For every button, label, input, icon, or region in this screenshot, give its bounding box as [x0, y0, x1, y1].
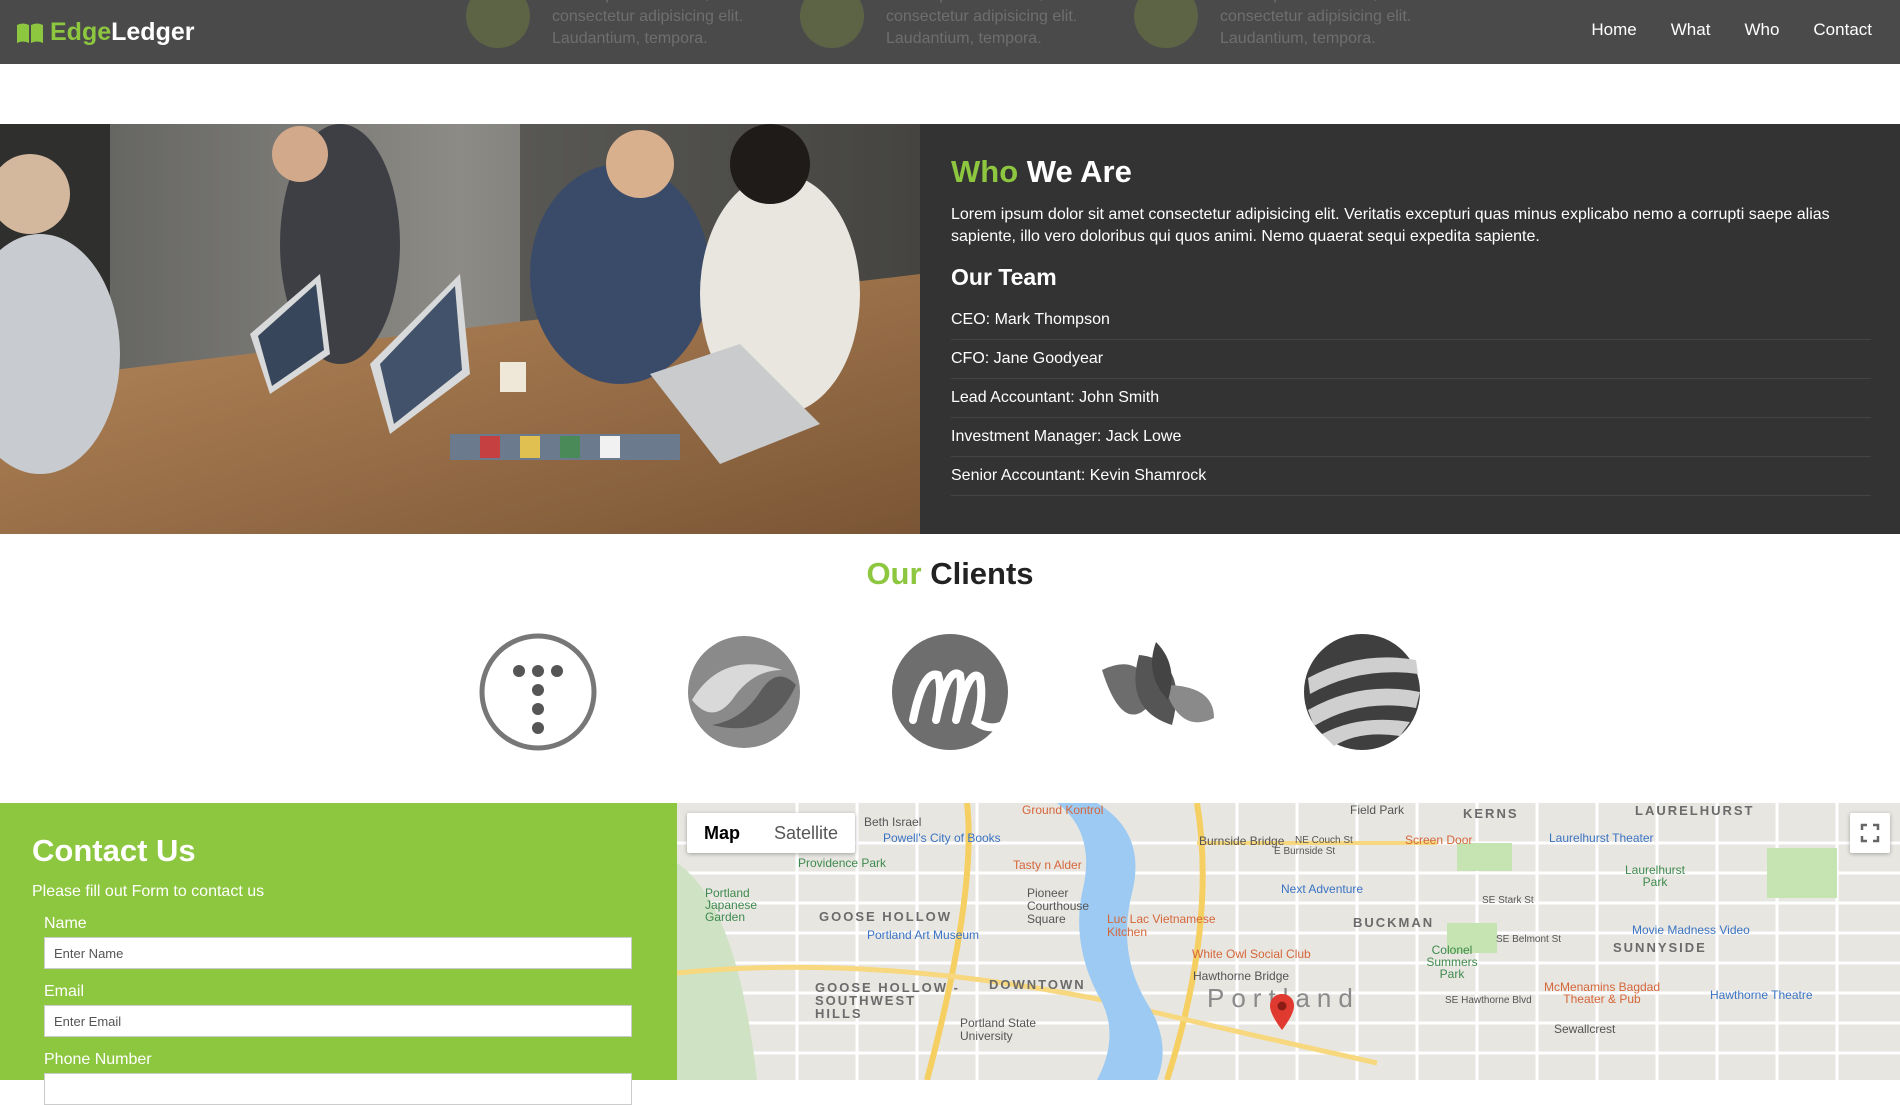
- who-section: Who We Are Lorem ipsum dolor sit amet co…: [0, 124, 1900, 534]
- team-member: Investment Manager: Jack Lowe: [951, 418, 1871, 457]
- team-member: Senior Accountant: Kevin Shamrock: [951, 457, 1871, 496]
- map-type-toggle: Map Satellite: [687, 813, 856, 853]
- email-field-group: Email: [44, 983, 677, 1037]
- map-label: Field Park: [1350, 803, 1405, 817]
- location-pin-icon[interactable]: [1270, 994, 1294, 1030]
- map-label[interactable]: McMenamins Bagdad Theater & Pub: [1537, 981, 1667, 1005]
- clients-title: Our Clients: [0, 556, 1900, 592]
- map-label: LAURELHURST: [1635, 803, 1755, 818]
- map-label: SE Stark St: [1482, 895, 1534, 906]
- nav-link-what[interactable]: What: [1671, 20, 1711, 40]
- email-input[interactable]: [44, 1005, 632, 1037]
- map-label[interactable]: Providence Park: [798, 856, 886, 870]
- client-logos: [476, 630, 1436, 754]
- map-label: GOOSE HOLLOW: [819, 909, 953, 924]
- contact-section: Contact Us Please fill out Form to conta…: [0, 803, 677, 1105]
- fullscreen-icon: [1860, 823, 1880, 843]
- phone-label: Phone Number: [44, 1051, 152, 1068]
- open-book-icon: [17, 23, 43, 43]
- contact-title: Contact Us: [32, 833, 196, 868]
- map-label: DOWNTOWN: [989, 977, 1086, 992]
- navbar: Lorem ipsum dolor sit, amet consectetur …: [0, 0, 1900, 64]
- name-input[interactable]: [44, 937, 632, 969]
- map-tiles: [677, 803, 1900, 1080]
- map-label: SE Hawthorne Blvd: [1445, 995, 1532, 1006]
- map-label: E Burnside St: [1274, 846, 1336, 857]
- map-label: Portland Japanese Garden: [705, 886, 758, 924]
- map-label: KERNS: [1463, 806, 1519, 821]
- map-label[interactable]: Movie Madness Video: [1632, 923, 1750, 937]
- nav-links: Home What Who Contact: [1557, 20, 1872, 40]
- brand-name-accent: Edge: [50, 18, 112, 46]
- map-label[interactable]: Portland Art Museum: [867, 928, 979, 942]
- map-label[interactable]: Next Adventure: [1281, 882, 1363, 896]
- map-label[interactable]: Tasty n Alder: [1013, 858, 1082, 872]
- ghost-feature-text: Lorem ipsum dolor sit, amet consectetur …: [886, 0, 1083, 47]
- nav-link-contact[interactable]: Contact: [1813, 20, 1872, 40]
- t-dots-logo: [479, 633, 597, 751]
- contact-subtitle: Please fill out Form to contact us: [32, 883, 265, 900]
- map-label: SE Belmont St: [1496, 934, 1562, 945]
- nav-link-home[interactable]: Home: [1591, 20, 1636, 40]
- map-label: GOOSE HOLLOW - SOUTHWEST HILLS: [815, 980, 960, 1021]
- map-label: Sewallcrest: [1554, 1022, 1616, 1036]
- who-title: Who We Are: [951, 154, 1870, 190]
- ghost-feature-3: Lorem ipsum dolor sit, amet consectetur …: [1134, 0, 1430, 50]
- map-label: Ground Kontrol: [1022, 803, 1104, 817]
- map-label: NE Couch St: [1295, 835, 1353, 846]
- map-label: Portland State University: [960, 1016, 1037, 1043]
- map-label[interactable]: Hawthorne Theatre: [1710, 988, 1813, 1002]
- nav-link-who[interactable]: Who: [1744, 20, 1779, 40]
- email-label: Email: [44, 983, 85, 1000]
- team-meeting-illustration: [0, 124, 920, 534]
- map-label[interactable]: White Owl Social Club: [1192, 947, 1311, 961]
- m-circle-logo: [892, 634, 1008, 750]
- team-meeting-photo: [0, 124, 920, 534]
- map-label: Laurelhurst Park: [1624, 863, 1686, 889]
- team-list: CEO: Mark Thompson CFO: Jane Goodyear Le…: [951, 301, 1871, 496]
- ghost-feature-text: Lorem ipsum dolor sit, amet consectetur …: [552, 0, 749, 47]
- name-label: Name: [44, 915, 87, 932]
- brand-name: Ledger: [111, 18, 195, 46]
- map-label[interactable]: Luc Lac Vietnamese Kitchen: [1107, 913, 1217, 939]
- clients-title-rest: Clients: [930, 556, 1034, 591]
- team-member: Lead Accountant: John Smith: [951, 379, 1871, 418]
- leaves-logo: [1102, 642, 1214, 725]
- map-label: SUNNYSIDE: [1613, 940, 1707, 955]
- map-label: Colonel Summers Park: [1426, 943, 1478, 981]
- team-member: CEO: Mark Thompson: [951, 301, 1871, 340]
- ghost-feature-text: Lorem ipsum dolor sit, amet consectetur …: [1220, 0, 1417, 47]
- team-member: CFO: Jane Goodyear: [951, 340, 1871, 379]
- map-label[interactable]: Laurelhurst Theater: [1549, 831, 1654, 845]
- ghost-feature-2: Lorem ipsum dolor sit, amet consectetur …: [800, 0, 1096, 50]
- map-label[interactable]: Powell's City of Books: [883, 831, 1001, 845]
- bank-icon: [466, 0, 530, 48]
- phone-input[interactable]: [44, 1073, 632, 1105]
- who-text-panel: Who We Are Lorem ipsum dolor sit amet co…: [920, 124, 1900, 534]
- fullscreen-button[interactable]: [1850, 813, 1890, 853]
- map-label: Burnside Bridge: [1199, 834, 1285, 848]
- ghost-feature-1: Lorem ipsum dolor sit, amet consectetur …: [466, 0, 762, 50]
- who-title-rest: We Are: [1026, 154, 1132, 189]
- map-label: BUCKMAN: [1353, 915, 1435, 930]
- who-description: Lorem ipsum dolor sit amet consectetur a…: [951, 206, 1830, 245]
- phone-field-group: Phone Number: [44, 1051, 677, 1105]
- google-map[interactable]: Map Satellite Beth Israel Ground Kontrol…: [677, 803, 1900, 1080]
- team-title: Our Team: [951, 264, 1057, 290]
- book-icon: [800, 0, 864, 48]
- map-label: Beth Israel: [864, 815, 922, 829]
- map-label: Hawthorne Bridge: [1193, 969, 1290, 983]
- brand-logo[interactable]: Edge Ledger: [16, 18, 194, 47]
- who-title-accent: Who: [951, 154, 1019, 189]
- striped-globe-logo: [1304, 634, 1420, 750]
- map-type-map[interactable]: Map: [687, 813, 757, 853]
- swirl-sphere-logo: [688, 636, 800, 748]
- name-field-group: Name: [44, 915, 677, 969]
- map-type-satellite[interactable]: Satellite: [757, 813, 855, 853]
- clients-title-accent: Our: [866, 556, 922, 591]
- pencil-icon: [1134, 0, 1198, 48]
- map-label[interactable]: Screen Door: [1405, 833, 1472, 847]
